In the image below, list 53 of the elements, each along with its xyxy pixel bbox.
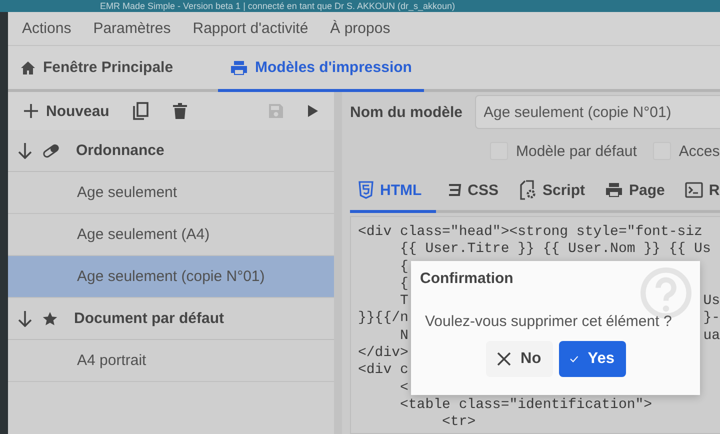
printer-icon	[230, 60, 248, 76]
menu-item[interactable]: Paramètres	[93, 20, 171, 37]
yes-button[interactable]: Yes	[558, 341, 626, 377]
tree-item[interactable]: A4 portrait	[8, 340, 334, 382]
tree-group[interactable]: Document par défaut	[8, 298, 334, 340]
code-text: <div c	[358, 362, 408, 380]
tab[interactable]: Page	[595, 170, 675, 213]
file-gear-icon	[518, 180, 536, 200]
code-text: {{ User.Titre }} {{ User.Nom }} {{ Us	[399, 241, 711, 259]
tab[interactable]: Fenêtre Principale	[8, 46, 218, 92]
plus-icon	[24, 104, 38, 118]
tab[interactable]: R	[674, 170, 720, 213]
code-text: }}{{/n	[358, 310, 408, 328]
trash-icon	[173, 103, 188, 119]
no-button[interactable]: No	[486, 341, 552, 377]
shield-five-icon	[358, 181, 374, 199]
code-text: ua	[703, 328, 720, 346]
code-text: T	[399, 293, 408, 310]
menu-item[interactable]: Actions	[22, 20, 72, 37]
star-icon	[42, 310, 58, 326]
pill-icon	[42, 142, 60, 158]
menu-item[interactable]: À propos	[330, 20, 390, 37]
home-icon	[20, 60, 36, 76]
code-text: }-	[703, 310, 720, 328]
tab[interactable]: HTML	[350, 170, 436, 213]
dialog-title: Confirmation	[420, 270, 514, 287]
tree-item[interactable]: Age seulement	[8, 172, 334, 214]
name-field[interactable]: Age seulement (copie N°01)	[474, 95, 720, 129]
tab[interactable]: CSS	[436, 170, 508, 213]
code-text: <tr>	[441, 414, 476, 432]
code-text: </div>	[358, 345, 408, 362]
printer-icon	[605, 182, 624, 198]
code-text: {	[399, 276, 408, 294]
code-text: <div class="head"><strong style="font-siz	[358, 224, 702, 242]
play-icon	[308, 105, 318, 117]
tab[interactable]: Script	[508, 170, 596, 213]
checkbox-label: Modèle par défaut	[516, 142, 637, 160]
field-label: Nom du modèle	[350, 104, 463, 120]
close-icon	[496, 352, 510, 366]
code-text: <	[399, 380, 408, 397]
code-text: N	[399, 328, 408, 346]
window-title: EMR Made Simple - Version beta 1 | connecté en tant que Dr S. AKKOUN (dr_s_akkoun)	[0, 0, 720, 12]
check-icon	[570, 353, 578, 365]
tree-item[interactable]: Age seulement (copie N°01)	[8, 256, 334, 298]
code-text: <table class="identification">	[399, 396, 652, 414]
menu-item[interactable]: Rapport d'activité	[192, 20, 308, 37]
checkbox-label: Acces	[678, 142, 720, 160]
code-text: {	[399, 258, 408, 276]
dialog-message: Voulez-vous supprimer cet élément ?	[425, 313, 673, 330]
code-text: Us	[703, 293, 720, 310]
terminal-icon	[684, 182, 703, 198]
copy-icon	[133, 102, 150, 120]
tree-group[interactable]: Ordonnance	[8, 130, 334, 172]
